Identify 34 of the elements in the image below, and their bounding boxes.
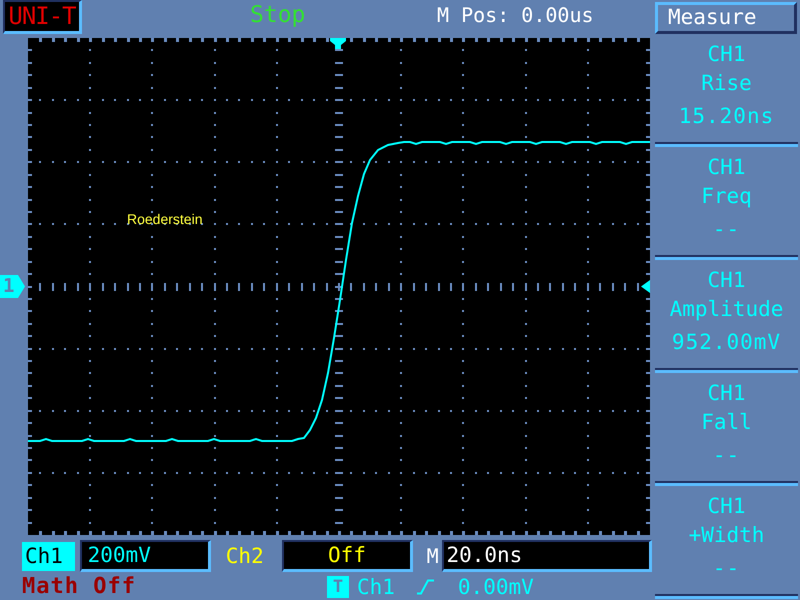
annotation-text: Roederstein xyxy=(127,211,202,227)
menu-title: Measure xyxy=(655,2,797,34)
measurement-name: Freq xyxy=(701,183,752,210)
measurement-value: 15.20ns xyxy=(678,103,774,130)
position-marker-icon xyxy=(330,38,346,49)
channel-badge: Ch1 xyxy=(22,542,75,570)
channel-label: CH1 xyxy=(708,380,746,407)
channel-label: Ch2 xyxy=(224,542,265,570)
channel-label: CH1 xyxy=(708,154,746,181)
trigger-badge: T xyxy=(326,576,349,598)
channel-marker: 1 xyxy=(0,275,25,298)
measurement-name: Fall xyxy=(701,409,752,436)
scale-readout: 200mV xyxy=(80,540,211,572)
measurement-name: +Width xyxy=(688,522,764,549)
measurement-value: -- xyxy=(712,555,740,582)
channel-label: CH1 xyxy=(708,267,746,294)
measurement-name: Amplitude xyxy=(670,296,784,323)
channel-label: CH1 xyxy=(708,493,746,520)
rising-edge-icon xyxy=(416,579,434,595)
level-marker-icon xyxy=(641,280,650,293)
horizontal-position: M Pos: 0.00us xyxy=(437,2,594,29)
scale-readout: Off xyxy=(282,540,413,572)
measurement-value: 952.00mV xyxy=(672,329,782,356)
measurement-name: Rise xyxy=(701,70,752,97)
run-state: Stop xyxy=(250,1,306,30)
timebase-readout: 20.0ns xyxy=(442,540,652,572)
trigger-level: 0.00mV xyxy=(458,575,534,599)
trigger-source: Ch1 xyxy=(356,575,395,599)
logo: UNI-T xyxy=(3,0,82,34)
timebase-label: M xyxy=(426,542,440,570)
channel-label: CH1 xyxy=(708,41,746,68)
math-status: Math Off xyxy=(22,575,136,599)
measurement-value: -- xyxy=(712,442,740,469)
measurement-value: -- xyxy=(712,216,740,243)
